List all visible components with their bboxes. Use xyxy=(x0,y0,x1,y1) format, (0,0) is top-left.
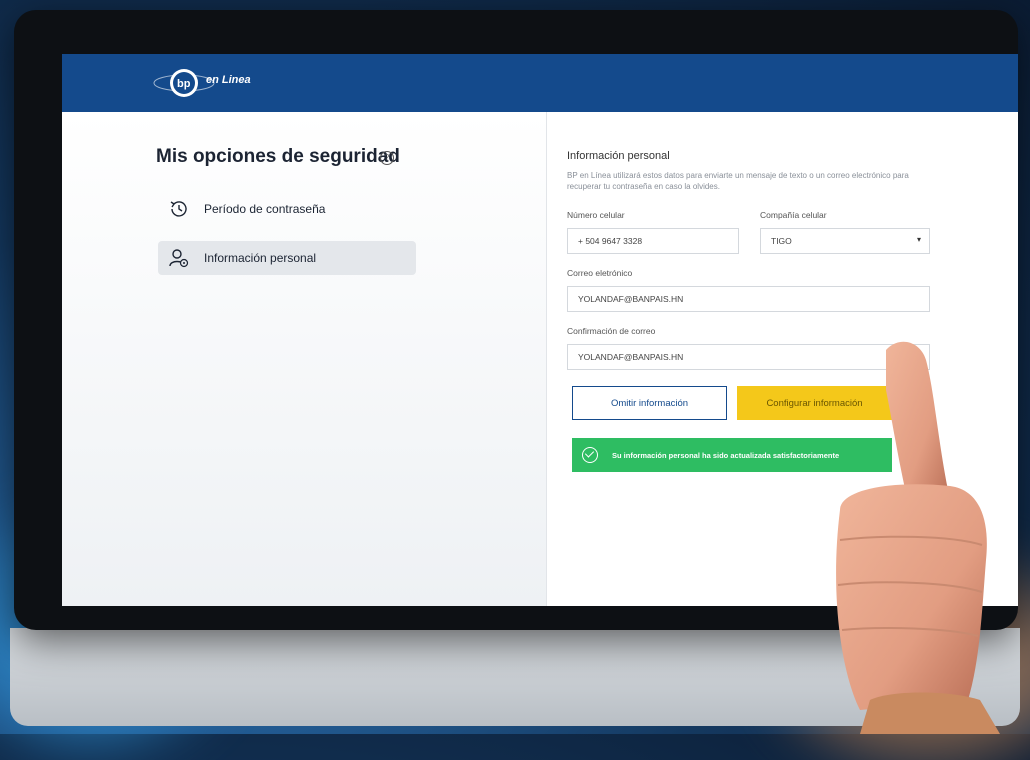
email-input[interactable] xyxy=(567,286,930,312)
svg-text:bp: bp xyxy=(177,78,191,90)
sidebar-item-personal-info[interactable]: Información personal xyxy=(158,241,416,275)
phone-label: Número celular xyxy=(567,210,625,220)
sidebar-item-password-period[interactable]: Período de contraseña xyxy=(158,192,416,226)
phone-input[interactable] xyxy=(567,228,739,254)
page-title: Mis opciones de seguridad xyxy=(156,146,400,167)
check-circle-icon xyxy=(582,447,598,463)
help-circle-icon[interactable]: ? xyxy=(380,151,394,165)
skip-button[interactable]: Omitir información xyxy=(572,386,727,420)
section-title: Información personal xyxy=(567,150,670,162)
chevron-down-icon[interactable]: ▾ xyxy=(917,235,921,244)
thumbs-up-hand xyxy=(836,341,1000,734)
history-icon xyxy=(170,201,187,217)
sidebar-item-label: Información personal xyxy=(204,251,317,265)
app-header: bp en Linea xyxy=(62,54,1018,112)
carrier-select[interactable] xyxy=(760,228,930,254)
security-options-panel xyxy=(62,112,547,606)
user-settings-icon xyxy=(169,249,189,268)
confirm-email-label: Confirmación de correo xyxy=(567,326,656,336)
sidebar-item-label: Período de contraseña xyxy=(204,202,326,216)
logo-text: en Linea xyxy=(206,74,251,86)
email-label: Correo eletrónico xyxy=(567,268,633,278)
carrier-label: Compañía celular xyxy=(760,210,827,220)
section-description: BP en Línea utilizará estos datos para e… xyxy=(567,171,909,191)
